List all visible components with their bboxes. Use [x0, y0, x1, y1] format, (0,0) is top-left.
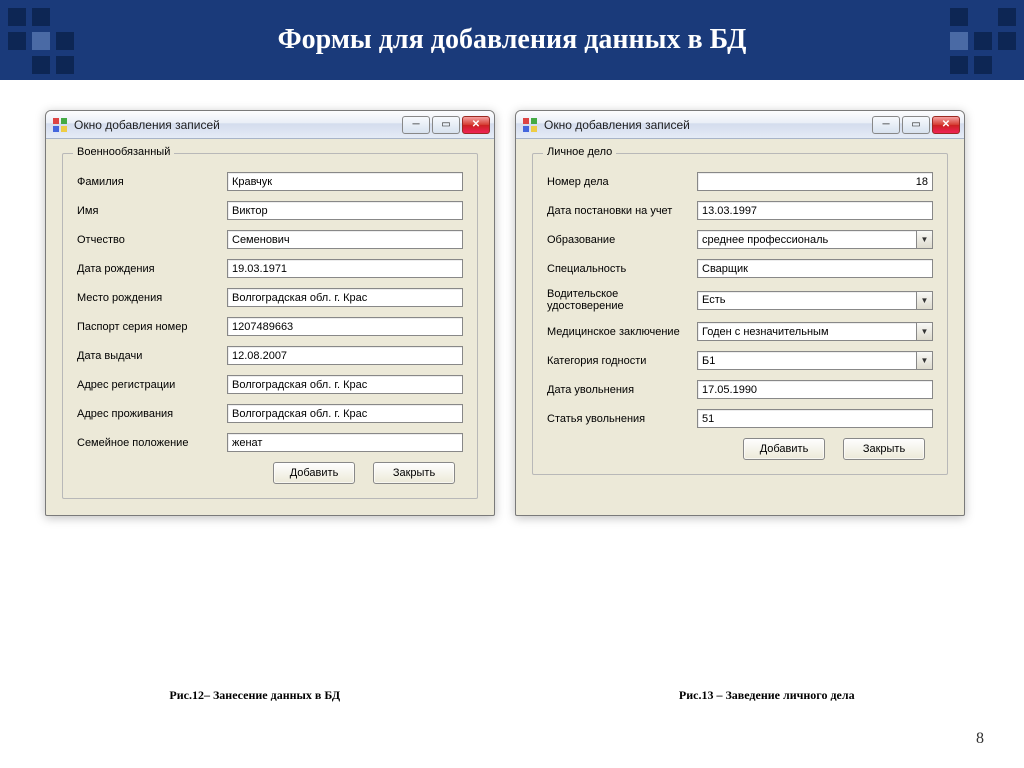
slide-title: Формы для добавления данных в БД — [278, 24, 747, 56]
combo-voditelskoe[interactable]: ▼ — [697, 291, 933, 310]
input-familiya[interactable] — [227, 172, 463, 191]
input-data-rozhdeniya[interactable] — [227, 259, 463, 278]
caption-left: Рис.12– Занесение данных в БД — [169, 688, 340, 703]
label-kategoriya-godnosti: Категория годности — [547, 355, 697, 367]
minimize-button[interactable]: ─ — [402, 116, 430, 134]
label-adres-prozhivaniya: Адрес проживания — [77, 408, 227, 420]
label-adres-registracii: Адрес регистрации — [77, 379, 227, 391]
chevron-down-icon[interactable]: ▼ — [916, 351, 933, 370]
label-nomer-dela: Номер дела — [547, 176, 697, 188]
combo-med-zaklyuchenie[interactable]: ▼ — [697, 322, 933, 341]
window-title: Окно добавления записей — [544, 118, 872, 132]
maximize-button[interactable]: ▭ — [432, 116, 460, 134]
label-imya: Имя — [77, 205, 227, 217]
input-imya[interactable] — [227, 201, 463, 220]
input-statya-uvolneniya[interactable] — [697, 409, 933, 428]
input-data-vydachi[interactable] — [227, 346, 463, 365]
input-data-uvolneniya[interactable] — [697, 380, 933, 399]
page-number: 8 — [976, 730, 984, 748]
label-voditelskoe: Водительское удостоверение — [547, 288, 697, 312]
label-data-uvolneniya: Дата увольнения — [547, 384, 697, 396]
label-spetsialnost: Специальность — [547, 263, 697, 275]
combo-input[interactable] — [697, 230, 916, 249]
input-mesto-rozhdeniya[interactable] — [227, 288, 463, 307]
chevron-down-icon[interactable]: ▼ — [916, 291, 933, 310]
minimize-button[interactable]: ─ — [872, 116, 900, 134]
close-form-button[interactable]: Закрыть — [843, 438, 925, 460]
close-form-button[interactable]: Закрыть — [373, 462, 455, 484]
input-data-postanovki[interactable] — [697, 201, 933, 220]
window-title: Окно добавления записей — [74, 118, 402, 132]
groupbox-lichnoe-delo: Личное дело Номер дела Дата постановки н… — [532, 153, 948, 475]
label-data-rozhdeniya: Дата рождения — [77, 263, 227, 275]
input-adres-prozhivaniya[interactable] — [227, 404, 463, 423]
chevron-down-icon[interactable]: ▼ — [916, 230, 933, 249]
add-button[interactable]: Добавить — [273, 462, 355, 484]
decoration-right — [950, 8, 1016, 74]
window-add-record-left: Окно добавления записей ─ ▭ ✕ Военнообяз… — [45, 110, 495, 516]
app-icon — [522, 117, 538, 133]
label-pasport: Паспорт серия номер — [77, 321, 227, 333]
combo-input[interactable] — [697, 322, 916, 341]
close-button[interactable]: ✕ — [932, 116, 960, 134]
combo-obrazovanie[interactable]: ▼ — [697, 230, 933, 249]
combo-kategoriya-godnosti[interactable]: ▼ — [697, 351, 933, 370]
chevron-down-icon[interactable]: ▼ — [916, 322, 933, 341]
label-obrazovanie: Образование — [547, 234, 697, 246]
input-nomer-dela[interactable] — [697, 172, 933, 191]
input-adres-registracii[interactable] — [227, 375, 463, 394]
combo-input[interactable] — [697, 291, 916, 310]
input-pasport[interactable] — [227, 317, 463, 336]
groupbox-legend: Военнообязанный — [73, 146, 174, 158]
label-data-vydachi: Дата выдачи — [77, 350, 227, 362]
close-button[interactable]: ✕ — [462, 116, 490, 134]
input-spetsialnost[interactable] — [697, 259, 933, 278]
caption-right: Рис.13 – Заведение личного дела — [679, 688, 855, 703]
add-button[interactable]: Добавить — [743, 438, 825, 460]
combo-input[interactable] — [697, 351, 916, 370]
app-icon — [52, 117, 68, 133]
groupbox-legend: Личное дело — [543, 146, 616, 158]
window-add-record-right: Окно добавления записей ─ ▭ ✕ Личное дел… — [515, 110, 965, 516]
slide-header: Формы для добавления данных в БД — [0, 0, 1024, 80]
label-semeynoe-polozhenie: Семейное положение — [77, 437, 227, 449]
groupbox-voennoobyazannyy: Военнообязанный Фамилия Имя Отчество Дат… — [62, 153, 478, 499]
label-otchestvo: Отчество — [77, 234, 227, 246]
decoration-left — [8, 8, 74, 74]
titlebar[interactable]: Окно добавления записей ─ ▭ ✕ — [516, 111, 964, 139]
maximize-button[interactable]: ▭ — [902, 116, 930, 134]
label-mesto-rozhdeniya: Место рождения — [77, 292, 227, 304]
label-statya-uvolneniya: Статья увольнения — [547, 413, 697, 425]
input-semeynoe-polozhenie[interactable] — [227, 433, 463, 452]
label-med-zaklyuchenie: Медицинское заключение — [547, 326, 697, 338]
input-otchestvo[interactable] — [227, 230, 463, 249]
label-familiya: Фамилия — [77, 176, 227, 188]
titlebar[interactable]: Окно добавления записей ─ ▭ ✕ — [46, 111, 494, 139]
label-data-postanovki: Дата постановки на учет — [547, 205, 697, 217]
